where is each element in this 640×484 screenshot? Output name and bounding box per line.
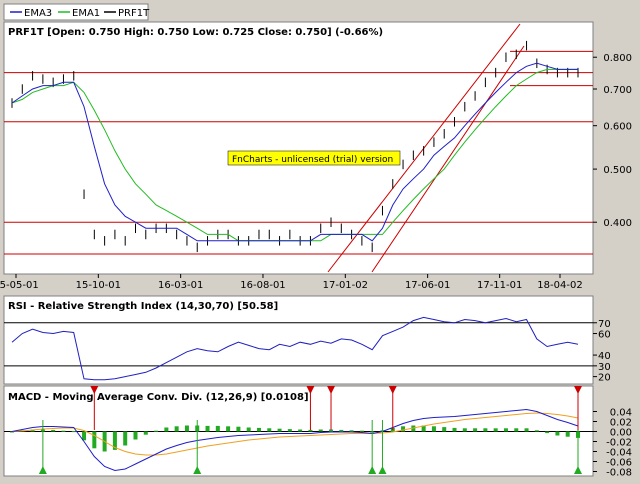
x-tick-label: 17-06-01 [405, 280, 450, 291]
macd-histogram-bar [565, 431, 570, 437]
macd-histogram-bar [164, 427, 169, 432]
macd-histogram-bar [555, 431, 560, 436]
legend-label-ema1: EMA1 [72, 8, 100, 19]
x-tick-label: 17-11-01 [477, 280, 522, 291]
rsi-title: RSI - Relative Strength Index (14,30,70)… [8, 301, 278, 312]
macd-histogram-bar [133, 431, 138, 440]
macd-histogram-bar [246, 427, 251, 432]
macd-histogram-bar [61, 430, 66, 432]
macd-histogram-bar [143, 431, 148, 435]
macd-histogram-bar [71, 431, 76, 433]
rsi-y-tick-label: 30 [598, 362, 611, 373]
macd-histogram-bar [473, 428, 478, 432]
macd-histogram-bar [215, 425, 220, 432]
macd-histogram-bar [431, 426, 436, 432]
macd-histogram-bar [308, 429, 313, 432]
x-axis: 15-05-01 15-10-01 16-03-01 16-08-01 17-01-02… [0, 274, 583, 291]
macd-y-tick-label: -0.08 [606, 468, 632, 479]
macd-histogram-bar [534, 430, 539, 432]
x-tick-label: 16-03-01 [158, 280, 203, 291]
macd-histogram-bar [452, 427, 457, 432]
macd-histogram-bar [298, 429, 303, 432]
price-y-tick-label: 0.400 [603, 218, 632, 229]
macd-histogram-bar [92, 431, 97, 449]
price-y-tick-label: 0.600 [603, 122, 632, 133]
macd-histogram-bar [267, 428, 272, 432]
macd-histogram-bar [174, 426, 179, 432]
chart-window: EMA3 EMA1 PRF1T PRF1T [Open: 0.750 High:… [0, 0, 640, 480]
macd-histogram-bar [545, 431, 550, 434]
x-tick-label: 15-10-01 [76, 280, 121, 291]
chart-canvas: EMA3 EMA1 PRF1T PRF1T [Open: 0.750 High:… [0, 3, 632, 479]
legend-label-prf1t: PRF1T [118, 8, 150, 19]
macd-histogram-bar [493, 428, 498, 432]
price-y-tick-label: 0.800 [603, 53, 632, 64]
macd-histogram-bar [524, 428, 529, 432]
price-y-tick-label: 0.700 [603, 85, 632, 96]
macd-histogram-bar [51, 429, 56, 432]
rsi-y-tick-label: 60 [598, 330, 611, 341]
macd-histogram-bar [287, 429, 292, 432]
macd-histogram-bar [318, 429, 323, 432]
rsi-y-tick-label: 70 [598, 319, 611, 330]
macd-histogram-bar [349, 430, 354, 432]
x-tick-label: 16-08-01 [240, 280, 285, 291]
price-panel [3, 21, 594, 275]
macd-histogram-bar [503, 428, 508, 432]
watermark-text: FnCharts - unlicensed (trial) version [232, 155, 393, 165]
macd-histogram-bar [154, 430, 159, 432]
macd-histogram-bar [277, 428, 282, 432]
macd-histogram-bar [205, 425, 210, 432]
macd-histogram-bar [256, 427, 261, 432]
price-title: PRF1T [Open: 0.750 High: 0.750 Low: 0.72… [8, 27, 383, 38]
macd-histogram-bar [359, 430, 364, 432]
price-y-tick-label: 0.500 [603, 165, 632, 176]
macd-histogram-bar [236, 426, 241, 432]
macd-histogram-bar [483, 428, 488, 432]
macd-histogram-bar [226, 426, 231, 432]
macd-histogram-bar [123, 431, 128, 446]
x-tick-label: 17-01-02 [323, 280, 368, 291]
legend-label-ema3: EMA3 [24, 8, 52, 19]
macd-histogram-bar [184, 425, 189, 432]
macd-histogram-bar [514, 428, 519, 432]
rsi-y-tick-label: 20 [598, 373, 611, 384]
macd-title: MACD - Moving Average Conv. Div. (12,26,… [8, 392, 309, 403]
macd-histogram-bar [442, 427, 447, 432]
macd-histogram-bar [462, 428, 467, 432]
x-tick-label: 15-05-01 [0, 280, 39, 291]
rsi-y-tick-label: 40 [598, 351, 611, 362]
macd-histogram-bar [339, 429, 344, 432]
x-tick-label: 18-04-02 [537, 280, 582, 291]
